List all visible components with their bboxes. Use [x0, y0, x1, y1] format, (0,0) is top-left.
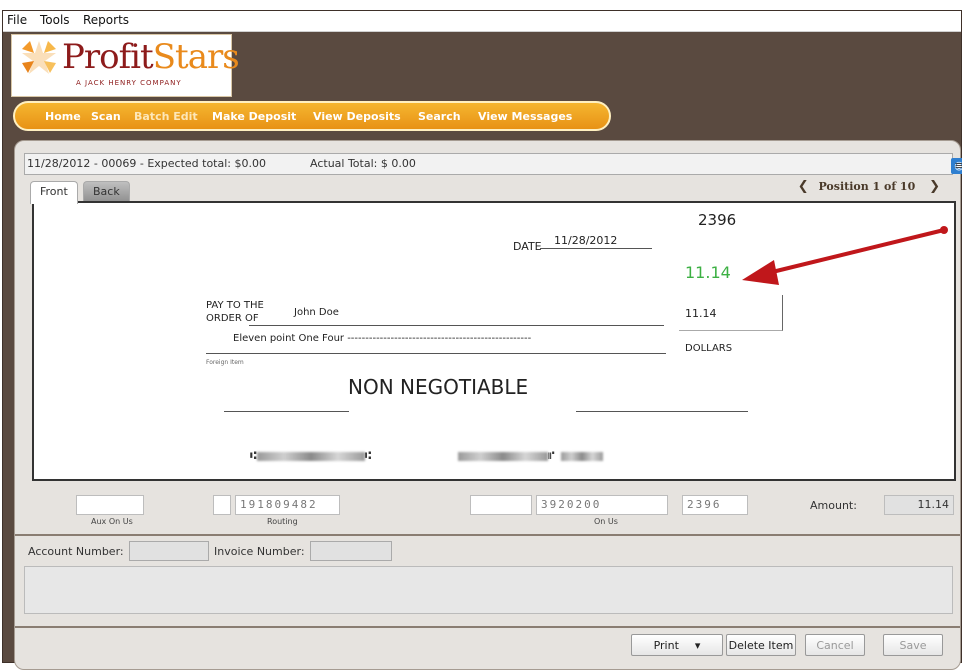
- account-number-input[interactable]: [129, 541, 209, 561]
- aux-on-us-field[interactable]: [76, 495, 144, 515]
- written-amount: Eleven point One Four ------------------…: [233, 333, 532, 344]
- pay-to-label-2: ORDER OF: [206, 313, 259, 324]
- position-label: Position 1 of 10: [818, 180, 916, 193]
- payee-name: John Doe: [294, 307, 339, 318]
- amount-field[interactable]: 11.14: [884, 495, 954, 515]
- main-nav: Home Scan Batch Edit Make Deposit View D…: [13, 101, 611, 131]
- aux-on-us-label: Aux On Us: [91, 517, 133, 526]
- list-icon[interactable]: ≡: [951, 158, 962, 174]
- check-number-field[interactable]: 2396: [682, 495, 748, 515]
- dollars-label: DOLLARS: [685, 343, 733, 354]
- previous-chevron-icon[interactable]: ❮: [798, 179, 809, 194]
- micr-line-right: ⑈: [458, 449, 604, 462]
- actual-total: Actual Total: $ 0.00: [310, 157, 416, 170]
- batch-info: 11/28/2012 - 00069 - Expected total: $0.…: [27, 157, 266, 170]
- on-us-prefix-field[interactable]: [470, 495, 532, 515]
- pay-to-label-1: PAY TO THE: [206, 300, 264, 311]
- profitstars-logo: ProfitStars A JACK HENRY COMPANY: [11, 34, 240, 97]
- routing-label: Routing: [267, 517, 298, 526]
- amount-box-value: 11.14: [685, 307, 717, 320]
- micr-fields: Aux On Us 191809482 Routing 3920200 On U…: [24, 495, 954, 535]
- invoice-number-input[interactable]: [310, 541, 392, 561]
- logo-tagline: A JACK HENRY COMPANY: [76, 79, 182, 87]
- star-logo-icon: [22, 41, 56, 74]
- check-image: 2396 DATE 11/28/2012 11.14 PAY TO THE OR…: [32, 201, 956, 481]
- next-chevron-icon[interactable]: ❯: [929, 179, 940, 194]
- logo-wordmark: ProfitStars: [62, 37, 240, 77]
- save-button[interactable]: Save: [883, 634, 943, 656]
- account-number-label: Account Number:: [28, 545, 124, 558]
- red-arrow-annotation: [742, 226, 948, 285]
- cancel-button[interactable]: Cancel: [805, 634, 865, 656]
- separator: [15, 534, 960, 536]
- routing-field[interactable]: 191809482: [235, 495, 340, 515]
- on-us-label: On Us: [594, 517, 618, 526]
- app-window: File Tools Reports ProfitStars A JACK HE…: [2, 10, 962, 670]
- menu-bar: File Tools Reports: [3, 11, 961, 32]
- print-button[interactable]: Print ▾: [631, 634, 723, 656]
- nav-home[interactable]: Home: [45, 110, 81, 123]
- nav-view-deposits[interactable]: View Deposits: [313, 110, 401, 123]
- date-value: 11/28/2012: [554, 234, 618, 247]
- routing-prefix-field[interactable]: [213, 495, 231, 515]
- amount-label: Amount:: [810, 499, 857, 512]
- nav-scan[interactable]: Scan: [91, 110, 121, 123]
- menu-tools[interactable]: Tools: [40, 13, 70, 27]
- notes-area[interactable]: [24, 566, 953, 614]
- invoice-number-label: Invoice Number:: [214, 545, 305, 558]
- menu-reports[interactable]: Reports: [83, 13, 129, 27]
- nav-search[interactable]: Search: [418, 110, 461, 123]
- nav-view-messages[interactable]: View Messages: [478, 110, 572, 123]
- nav-make-deposit[interactable]: Make Deposit: [212, 110, 296, 123]
- separator-bottom: [15, 626, 960, 628]
- micr-line-left: ⑆ ⑆: [250, 449, 372, 462]
- on-us-field[interactable]: 3920200: [536, 495, 668, 515]
- check-number: 2396: [698, 211, 737, 229]
- foreign-item-label: Foreign Item: [206, 359, 244, 366]
- print-label: Print: [653, 639, 679, 652]
- position-navigator: ❮ Position 1 of 10 ❯: [798, 179, 940, 194]
- tab-front[interactable]: Front: [30, 181, 78, 204]
- date-label: DATE: [513, 240, 542, 253]
- delete-item-button[interactable]: Delete Item: [726, 634, 796, 656]
- menu-file[interactable]: File: [7, 13, 27, 27]
- nav-batch-edit[interactable]: Batch Edit: [134, 110, 198, 123]
- dropdown-arrow-icon: ▾: [694, 639, 701, 652]
- amount-annotation: 11.14: [685, 263, 731, 282]
- batch-edit-panel: 11/28/2012 - 00069 - Expected total: $0.…: [14, 140, 962, 670]
- non-negotiable-stamp: NON NEGOTIABLE: [348, 375, 529, 399]
- batch-status-bar: 11/28/2012 - 00069 - Expected total: $0.…: [24, 153, 962, 175]
- tab-back[interactable]: Back: [83, 181, 130, 202]
